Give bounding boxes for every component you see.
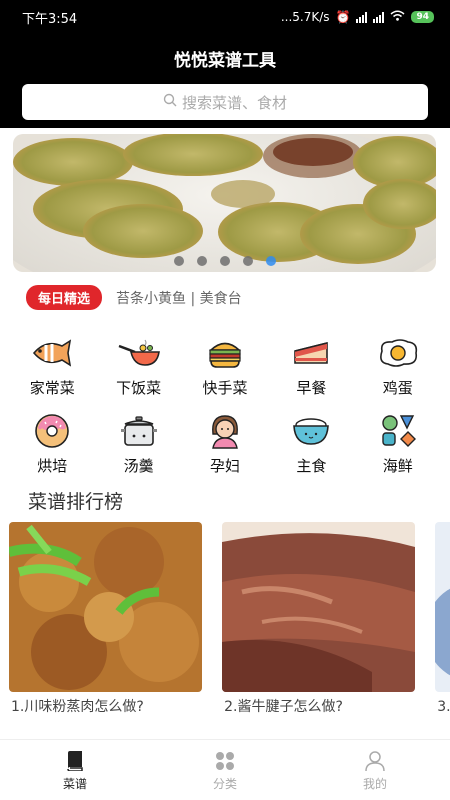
tab-categories[interactable]: 分类 [175, 740, 275, 800]
search-placeholder: 搜索菜谱、食材 [181, 93, 287, 112]
category-item[interactable]: 早餐 [268, 333, 354, 403]
recipe-image [435, 522, 450, 692]
ranking-card[interactable]: 2.酱牛腱子怎么做? [222, 522, 416, 716]
signal-icon [356, 11, 368, 23]
carousel-dot[interactable] [173, 256, 184, 266]
wifi-icon [390, 10, 405, 24]
category-label: 鸡蛋 [382, 379, 413, 397]
network-speed: ...5.7K/s [280, 10, 330, 24]
category-item[interactable]: 主食 [268, 411, 354, 481]
category-grid: 家常菜 下饭菜 快手菜 早餐 鸡蛋 烘培 汤羹 孕妇 主食 海鲜 [0, 333, 450, 481]
battery-icon: 94 [411, 11, 434, 23]
burger-icon [203, 333, 247, 373]
category-item[interactable]: 烘培 [9, 411, 95, 481]
donut-icon [30, 411, 74, 451]
category-item[interactable]: 汤羹 [95, 411, 181, 481]
carousel-dots [13, 256, 436, 266]
signal-icon-2 [373, 11, 385, 23]
search-input[interactable]: 搜索菜谱、食材 [22, 84, 428, 120]
search-icon [163, 93, 178, 112]
banner-carousel[interactable] [13, 134, 436, 272]
category-label: 汤羹 [123, 457, 154, 475]
user-icon [365, 750, 385, 772]
pot-icon [117, 411, 161, 451]
tab-label: 分类 [212, 777, 237, 791]
status-time: 下午3:54 [22, 11, 78, 27]
category-label: 快手菜 [202, 379, 248, 397]
app-title: 悦悦菜谱工具 [174, 51, 276, 71]
tab-recipes[interactable]: 菜谱 [25, 740, 125, 800]
ranking-title: 菜谱排行榜 [28, 491, 124, 513]
category-item[interactable]: 海鲜 [355, 411, 441, 481]
pan-icon [117, 333, 161, 373]
recipe-name: 3.绿 [437, 699, 450, 715]
ranking-card[interactable]: 1.川味粉蒸肉怎么做? [9, 522, 202, 716]
ranking-card[interactable]: 3.绿 [435, 522, 450, 716]
ranking-list[interactable]: 1.川味粉蒸肉怎么做? 2.酱牛腱子怎么做? 3.绿 [9, 522, 450, 717]
bottom-tab-bar: 菜谱 分类 我的 [0, 739, 450, 800]
app-header: 悦悦菜谱工具 搜索菜谱、食材 [0, 34, 450, 128]
tab-profile[interactable]: 我的 [325, 740, 425, 800]
recipe-image [9, 522, 202, 692]
carousel-dot[interactable] [196, 256, 207, 266]
alarm-icon: ⏰ [335, 10, 351, 24]
category-item[interactable]: 快手菜 [182, 333, 268, 403]
daily-pick-text[interactable]: 苔条小黄鱼 | 美食台 [116, 288, 242, 308]
category-label: 主食 [296, 457, 327, 475]
category-label: 下饭菜 [116, 379, 162, 397]
daily-pick[interactable]: 每日精选 苔条小黄鱼 | 美食台 [26, 285, 242, 310]
category-label: 家常菜 [29, 379, 75, 397]
category-item[interactable]: 孕妇 [182, 411, 268, 481]
category-label: 海鲜 [382, 457, 413, 475]
cake-icon [289, 333, 333, 373]
carousel-dot-active[interactable] [265, 256, 276, 266]
rice-bowl-icon [289, 411, 333, 451]
banner-image [13, 134, 436, 272]
seafood-icon [376, 411, 420, 451]
status-bar: 下午3:54 ...5.7K/s ⏰ 94 [0, 0, 450, 34]
category-item[interactable]: 鸡蛋 [355, 333, 441, 403]
category-label: 早餐 [296, 379, 327, 397]
category-item[interactable]: 下饭菜 [95, 333, 181, 403]
category-item[interactable]: 家常菜 [9, 333, 95, 403]
woman-icon [203, 411, 247, 451]
book-icon [66, 750, 84, 772]
recipe-name: 1.川味粉蒸肉怎么做? [11, 699, 144, 715]
fish-icon [30, 333, 74, 373]
category-label: 烘培 [37, 457, 68, 475]
carousel-dot[interactable] [219, 256, 230, 266]
daily-badge: 每日精选 [26, 285, 103, 310]
recipe-image [222, 522, 416, 692]
grid-icon [215, 750, 235, 772]
tab-label: 菜谱 [62, 777, 87, 791]
egg-icon [376, 333, 420, 373]
carousel-dot[interactable] [242, 256, 253, 266]
recipe-name: 2.酱牛腱子怎么做? [224, 699, 343, 715]
tab-label: 我的 [362, 777, 387, 791]
category-label: 孕妇 [209, 457, 240, 475]
status-icons: ...5.7K/s ⏰ 94 [281, 10, 434, 24]
